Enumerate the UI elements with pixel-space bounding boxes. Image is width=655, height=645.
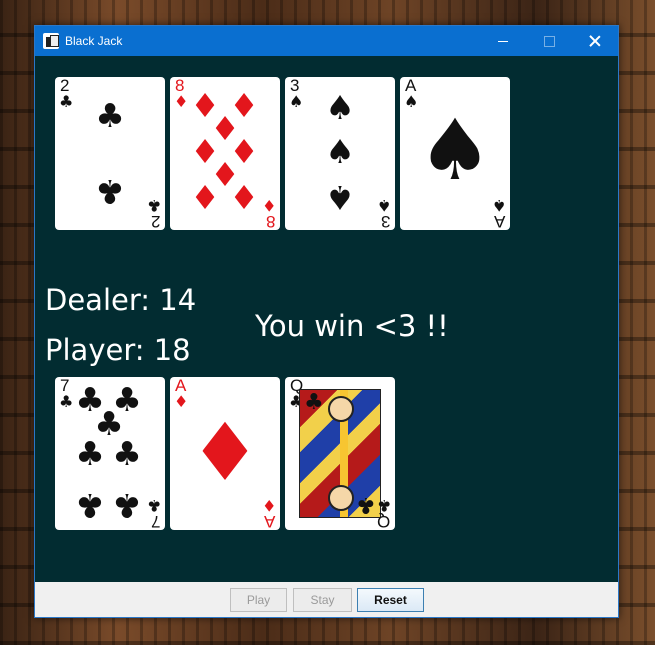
ornate-spade-icon: ♠ [417,101,493,199]
button-bar: Play Stay Reset [35,582,618,617]
diamond-pip: ♦ [229,178,259,217]
reset-button[interactable]: Reset [357,588,424,612]
card-suit-small-bottom: ♣ [376,496,391,515]
minimize-icon [498,40,508,42]
stay-button[interactable]: Stay [293,588,352,612]
window-title: Black Jack [65,34,123,48]
diamond-pip: ♦ [189,406,261,499]
card-suit-small: ♣ [59,92,74,111]
player-card-3: Q ♣ ♣ ♣ Q ♣ [285,377,395,531]
player-score: Player: 18 [45,333,191,367]
card-suit-small-bottom: ♠ [491,196,506,215]
club-pip: ♣ [112,434,142,473]
game-table: 2 ♣ ♣ ♣ 2 ♣ 8 ♦ ♦ ♦ ♦ ♦ ♦ ♦ ♦ ♦ 8 ♦ 3 ♠ … [35,56,618,582]
club-pip: ♣ [95,172,125,211]
card-suit-small-bottom: ♦ [261,196,276,215]
player-card-1: 7 ♣ ♣ ♣ ♣ ♣ ♣ ♣ ♣ 7 ♣ [55,377,165,531]
dealer-score: Dealer: 14 [45,283,197,317]
close-icon [589,35,601,47]
maximize-icon [543,35,555,47]
maximize-button[interactable] [526,26,572,56]
club-pip: ♣ [356,492,376,517]
dealer-card-2: 8 ♦ ♦ ♦ ♦ ♦ ♦ ♦ ♦ ♦ 8 ♦ [170,77,280,231]
card-suit-small-bottom: ♦ [261,496,276,515]
club-pip: ♣ [95,96,125,135]
card-suit-small-bottom: ♣ [146,496,161,515]
queen-head-icon [328,485,354,511]
close-button[interactable] [572,26,618,56]
card-suit-small-bottom: ♠ [376,196,391,215]
club-pip: ♣ [75,434,105,473]
club-pip: ♣ [304,390,324,415]
app-cards-icon [43,33,59,49]
card-suit-small: ♣ [59,392,74,411]
blackjack-window: Black Jack 2 ♣ ♣ ♣ 2 ♣ 8 ♦ ♦ ♦ ♦ ♦ ♦ ♦ ♦… [34,25,619,618]
card-suit-small-bottom: ♣ [146,196,161,215]
spade-pip: ♠ [325,178,355,217]
queen-face-art: ♣ ♣ [299,389,381,518]
spade-pip: ♠ [325,132,355,171]
club-pip: ♣ [112,486,142,525]
result-message: You win <3 !! [255,309,449,343]
play-button[interactable]: Play [230,588,287,612]
minimize-button[interactable] [480,26,526,56]
dealer-card-1: 2 ♣ ♣ ♣ 2 ♣ [55,77,165,231]
queen-head-icon [328,396,354,422]
player-card-2: A ♦ ♦ A ♦ [170,377,280,531]
card-suit-small: ♠ [289,92,304,111]
dealer-card-4: A ♠ ♠ A ♠ [400,77,510,231]
title-bar[interactable]: Black Jack [35,26,618,56]
diamond-pip: ♦ [190,178,220,217]
spade-pip: ♠ [325,88,355,127]
dealer-card-3: 3 ♠ ♠ ♠ ♠ 3 ♠ [285,77,395,231]
club-pip: ♣ [75,486,105,525]
card-suit-small: ♦ [174,92,189,111]
